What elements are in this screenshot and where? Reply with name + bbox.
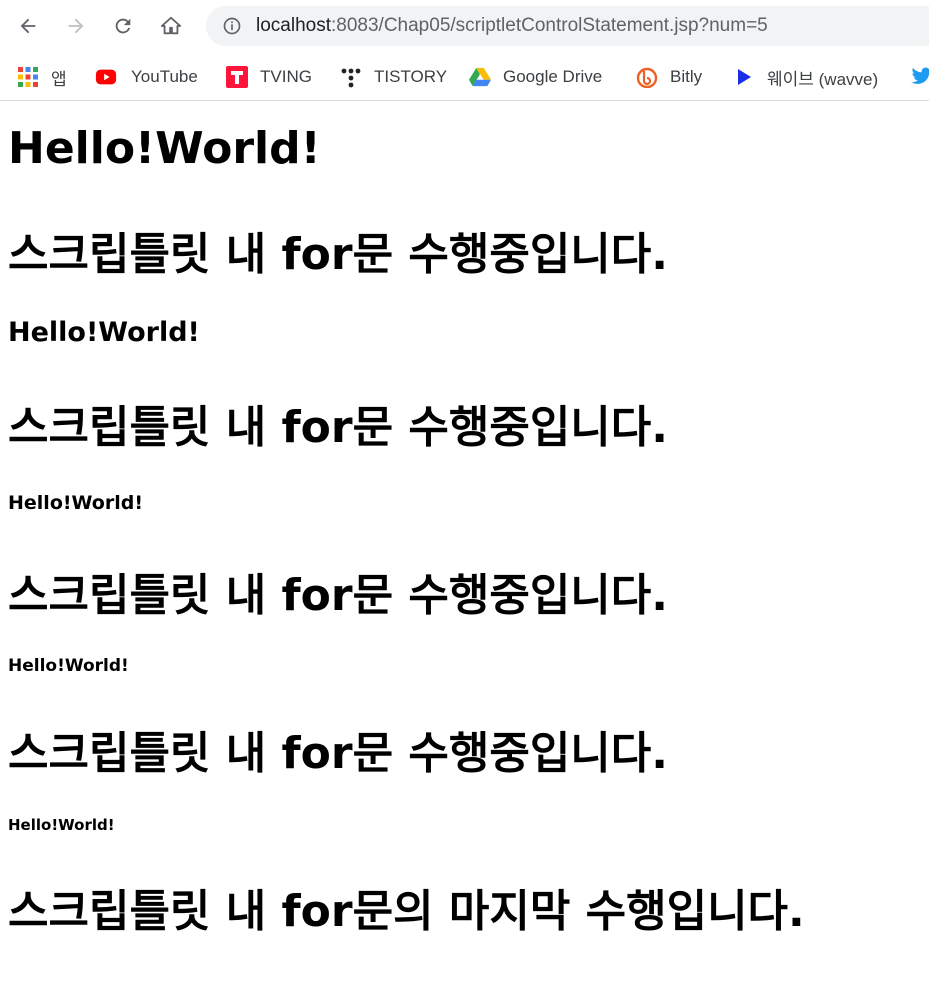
- forward-arrow-icon: [68, 18, 84, 34]
- bookmark-tistory[interactable]: TISTORY: [340, 62, 447, 92]
- bookmark-tving[interactable]: TVING: [226, 62, 312, 92]
- bookmark-youtube[interactable]: YouTube: [93, 62, 198, 92]
- reload-button[interactable]: [107, 10, 139, 42]
- url-path: :8083/Chap05/scriptletControlStatement.j…: [331, 15, 768, 36]
- tving-icon: [226, 66, 248, 88]
- home-button[interactable]: [155, 10, 187, 42]
- wavve-icon: [738, 69, 751, 85]
- bookmark-wavve[interactable]: 웨이브 (wavve): [733, 62, 878, 92]
- bookmarks-bar: 앱 YouTube TVING TISTORY Google Drive Bit…: [0, 54, 929, 101]
- url-text: localhost:8083/Chap05/scriptletControlSt…: [256, 14, 768, 38]
- url-host: localhost: [256, 15, 331, 36]
- address-bar[interactable]: localhost:8083/Chap05/scriptletControlSt…: [206, 6, 929, 46]
- bookmark-label: Bitly: [670, 67, 703, 86]
- bookmark-label: YouTube: [131, 67, 198, 86]
- back-arrow-icon: [20, 18, 36, 34]
- twitter-icon: [911, 67, 929, 84]
- bookmark-label: Google Drive: [503, 67, 603, 86]
- browser-toolbar: localhost:8083/Chap05/scriptletControlSt…: [0, 0, 929, 54]
- home-icon: [160, 16, 182, 35]
- bookmark-label: 앱: [51, 69, 67, 89]
- bookmark-twitter[interactable]: [911, 62, 929, 92]
- bitly-icon: [636, 67, 658, 88]
- hello-heading-1: Hello!World!: [8, 123, 321, 174]
- google-drive-icon: [469, 67, 491, 87]
- hello-heading-3: Hello!World!: [8, 492, 144, 514]
- back-button[interactable]: [12, 10, 44, 42]
- bookmark-label: TISTORY: [374, 67, 448, 86]
- tistory-icon: [341, 68, 361, 88]
- loop-message-4: 스크립틀릿 내 for문 수행중입니다.: [8, 728, 668, 779]
- bookmark-apps[interactable]: 앱: [17, 62, 67, 92]
- loop-message-2: 스크립틀릿 내 for문 수행중입니다.: [8, 402, 668, 453]
- loop-message-5: 스크립틀릿 내 for문의 마지막 수행입니다.: [8, 886, 805, 937]
- info-icon: [223, 17, 241, 35]
- loop-message-1: 스크립틀릿 내 for문 수행중입니다.: [8, 229, 668, 280]
- forward-button[interactable]: [60, 10, 92, 42]
- reload-icon: [115, 18, 131, 34]
- bookmark-label: TVING: [260, 67, 312, 86]
- hello-heading-5: Hello!World!: [8, 816, 115, 834]
- bookmark-google-drive[interactable]: Google Drive: [469, 62, 602, 92]
- youtube-icon: [95, 69, 117, 85]
- apps-grid-icon: [18, 67, 38, 87]
- bookmark-label: 웨이브 (wavve): [767, 69, 879, 89]
- bookmark-bitly[interactable]: Bitly: [636, 62, 702, 92]
- hello-heading-2: Hello!World!: [8, 317, 200, 348]
- hello-heading-4: Hello!World!: [8, 656, 129, 676]
- loop-message-3: 스크립틀릿 내 for문 수행중입니다.: [8, 570, 668, 621]
